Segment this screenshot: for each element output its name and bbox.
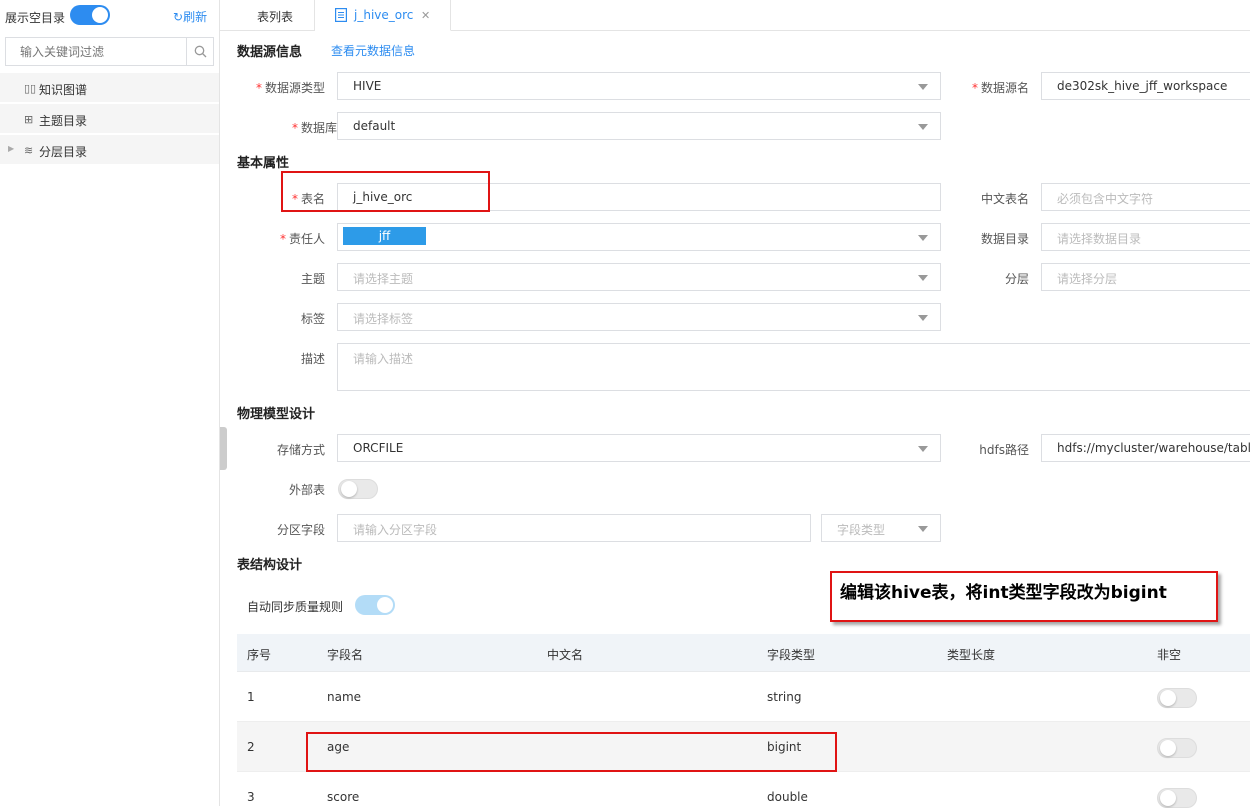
annotation-note: 编辑该hive表，将int类型字段改为bigint — [830, 571, 1218, 622]
not-null-toggle[interactable] — [1157, 738, 1197, 758]
refresh-button[interactable]: ↻刷新 — [173, 8, 207, 25]
document-icon — [335, 8, 347, 22]
sidebar-item-layer-dir[interactable]: ▶ ≋ 分层目录 — [0, 135, 219, 165]
show-empty-label: 展示空目录 — [5, 11, 66, 25]
external-table-toggle[interactable] — [338, 479, 378, 499]
datasource-type-label: * 数据源类型 — [255, 81, 325, 95]
tab-j-hive-orc[interactable]: j_hive_orc ✕ — [315, 0, 451, 31]
table-header — [237, 634, 1250, 672]
row-field-type[interactable]: string — [767, 690, 801, 704]
owner-label: * 责任人 — [279, 232, 325, 246]
external-table-label: 外部表 — [288, 483, 325, 497]
description-label: 描述 — [300, 352, 325, 366]
row-field-type[interactable]: double — [767, 790, 808, 804]
owner-tag[interactable]: jff — [343, 227, 426, 245]
tag-select[interactable]: 请选择标签 — [337, 303, 941, 331]
row-field-name[interactable]: name — [327, 690, 361, 704]
row-index: 3 — [247, 790, 255, 804]
table-row[interactable] — [237, 672, 1250, 722]
tab-table-list[interactable]: 表列表 — [220, 0, 315, 31]
database-select[interactable]: default — [337, 112, 941, 140]
not-null-toggle[interactable] — [1157, 788, 1197, 808]
highlight-box-table-name — [281, 171, 490, 212]
highlight-box-age-row — [306, 732, 837, 772]
data-dir-select[interactable]: 请选择数据目录 — [1041, 223, 1250, 251]
auto-sync-label: 自动同步质量规则 — [247, 600, 344, 614]
chevron-down-icon — [918, 124, 928, 130]
cn-table-name-input[interactable]: 必须包含中文字符 — [1041, 183, 1250, 211]
topic-label: 主题 — [300, 272, 325, 286]
sidebar-item-topic-dir[interactable]: ⊞ 主题目录 — [0, 104, 219, 134]
chevron-down-icon — [918, 275, 928, 281]
tab-bar: 表列表 j_hive_orc ✕ — [220, 0, 1250, 31]
hdfs-path-input[interactable]: hdfs://mycluster/warehouse/table — [1041, 434, 1250, 462]
col-field-type-header: 字段类型 — [767, 648, 816, 662]
datasource-name-label: * 数据源名 — [971, 81, 1029, 95]
partition-label: 分区字段 — [276, 523, 325, 537]
data-dir-label: 数据目录 — [980, 232, 1029, 246]
row-index: 2 — [247, 740, 255, 754]
layer-label: 分层 — [1004, 272, 1029, 286]
partition-input[interactable]: 请输入分区字段 — [337, 514, 811, 542]
storage-select[interactable]: ORCFILE — [337, 434, 941, 462]
search-icon[interactable] — [194, 45, 207, 58]
chevron-down-icon — [918, 526, 928, 532]
section-physical-title: 物理模型设计 — [237, 407, 316, 422]
col-not-null-header: 非空 — [1157, 648, 1182, 662]
grid-icon: ⊞ — [24, 113, 34, 126]
col-type-length-header: 类型长度 — [947, 648, 996, 662]
close-icon[interactable]: ✕ — [421, 9, 430, 22]
sidebar-collapse-handle[interactable] — [220, 427, 227, 470]
layers-icon: ≋ — [24, 144, 34, 157]
col-field-name-header: 字段名 — [327, 648, 364, 662]
sidebar-item-knowledge-graph[interactable]: ▯▯ 知识图谱 — [0, 73, 219, 103]
refresh-icon: ↻ — [173, 10, 184, 24]
description-textarea[interactable]: 请输入描述 — [337, 343, 1250, 391]
col-index-header: 序号 — [247, 648, 272, 662]
filter-box — [5, 37, 214, 66]
show-empty-toggle[interactable] — [70, 5, 110, 25]
row-field-name[interactable]: score — [327, 790, 359, 804]
sidebar: 展示空目录 ↻刷新 ▯▯ 知识图谱 ⊞ 主题目录 ▶ ≋ 分层目录 — [0, 0, 220, 806]
view-metadata-link[interactable]: 查看元数据信息 — [331, 42, 415, 59]
section-basic-title: 基本属性 — [237, 156, 290, 171]
section-datasource-title: 数据源信息 — [237, 45, 303, 60]
table-row[interactable] — [237, 772, 1250, 806]
chevron-down-icon — [918, 315, 928, 321]
datasource-name-input[interactable]: de302sk_hive_jff_workspace — [1041, 72, 1250, 100]
storage-label: 存储方式 — [276, 443, 325, 457]
auto-sync-toggle[interactable] — [355, 595, 395, 615]
tag-label: 标签 — [300, 312, 325, 326]
hdfs-path-label: hdfs路径 — [979, 443, 1029, 457]
chevron-down-icon — [918, 84, 928, 90]
section-structure-title: 表结构设计 — [237, 558, 303, 573]
expand-icon[interactable]: ▶ — [8, 144, 14, 153]
owner-select[interactable] — [337, 223, 941, 251]
datasource-type-select[interactable]: HIVE — [337, 72, 941, 100]
knowledge-graph-icon: ▯▯ — [24, 82, 37, 95]
chevron-down-icon — [918, 446, 928, 452]
cn-table-name-label: 中文表名 — [980, 192, 1029, 206]
database-label: * 数据库 — [291, 121, 337, 135]
layer-select[interactable]: 请选择分层 — [1041, 263, 1250, 291]
chevron-down-icon — [918, 235, 928, 241]
row-index: 1 — [247, 690, 255, 704]
topic-select[interactable]: 请选择主题 — [337, 263, 941, 291]
col-cn-name-header: 中文名 — [547, 648, 584, 662]
filter-input[interactable] — [6, 38, 186, 65]
not-null-toggle[interactable] — [1157, 688, 1197, 708]
divider — [186, 38, 187, 65]
